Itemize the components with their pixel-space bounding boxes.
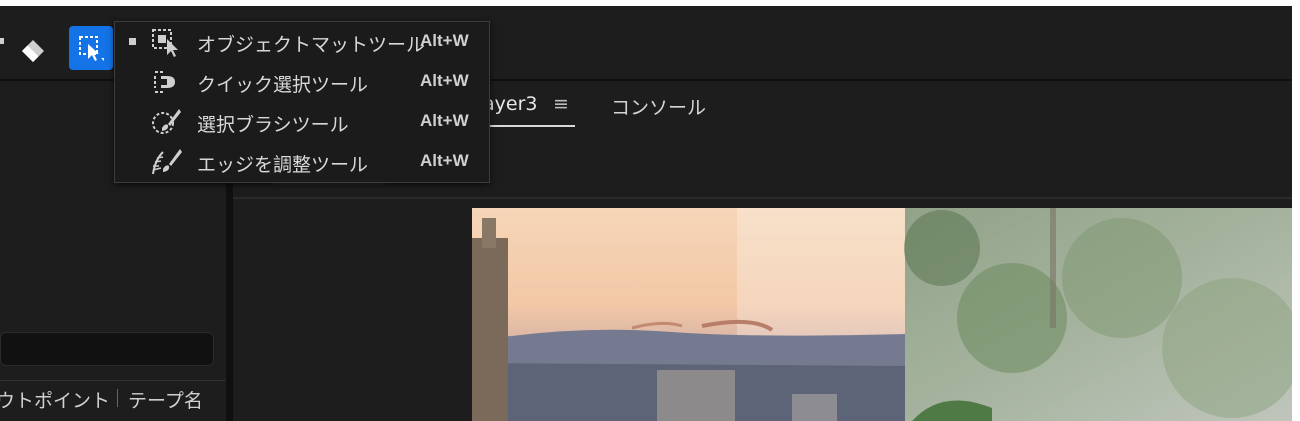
menu-item-label: クイック選択ツール <box>197 74 369 96</box>
roto-tools-flyout-menu: オブジェクトマットツール Alt+W クイック選択ツール Alt+W 選択ブラシ… <box>114 21 490 183</box>
menu-item-label: オブジェクトマットツール <box>197 34 426 56</box>
column-divider[interactable] <box>117 389 118 407</box>
column-out-point[interactable]: ウトポイント <box>0 386 110 413</box>
selection-brush-icon <box>152 109 181 134</box>
menu-item-selection-brush[interactable]: 選択ブラシツール Alt+W <box>115 102 489 142</box>
eraser-icon[interactable] <box>18 34 48 64</box>
menu-item-label: エッジを調整ツール <box>197 154 369 176</box>
menu-item-shortcut: Alt+W <box>420 151 469 170</box>
object-matte-icon <box>152 29 178 57</box>
tab-menu-icon[interactable]: ≡ <box>553 93 569 115</box>
menu-item-shortcut: Alt+W <box>420 111 469 130</box>
active-tab-underline <box>483 125 575 127</box>
column-tape-name[interactable]: テープ名 <box>128 386 203 413</box>
quick-select-icon <box>154 71 175 93</box>
menu-item-label: 選択ブラシツール <box>197 114 349 136</box>
roto-brush-tool-button[interactable] <box>69 26 113 70</box>
layer-preview-image <box>472 208 1292 421</box>
menu-item-shortcut: Alt+W <box>420 31 469 50</box>
previous-tool-icon[interactable] <box>0 38 4 44</box>
menu-item-shortcut: Alt+W <box>420 71 469 90</box>
selected-bullet <box>129 38 136 45</box>
refine-edge-icon <box>152 149 182 175</box>
menu-item-refine-edge[interactable]: エッジを調整ツール Alt+W <box>115 142 489 182</box>
roto-brush-icon <box>79 36 104 61</box>
menu-item-object-matte[interactable]: オブジェクトマットツール Alt+W <box>115 22 489 62</box>
menu-item-quick-select[interactable]: クイック選択ツール Alt+W <box>115 62 489 102</box>
project-search-input[interactable] <box>0 332 214 366</box>
project-column-headers: ウトポイント テープ名 <box>0 380 226 413</box>
tab-layer[interactable]: ayer3 <box>483 93 537 115</box>
screen-right-edge <box>1292 0 1300 421</box>
tab-console[interactable]: コンソール <box>611 93 706 120</box>
